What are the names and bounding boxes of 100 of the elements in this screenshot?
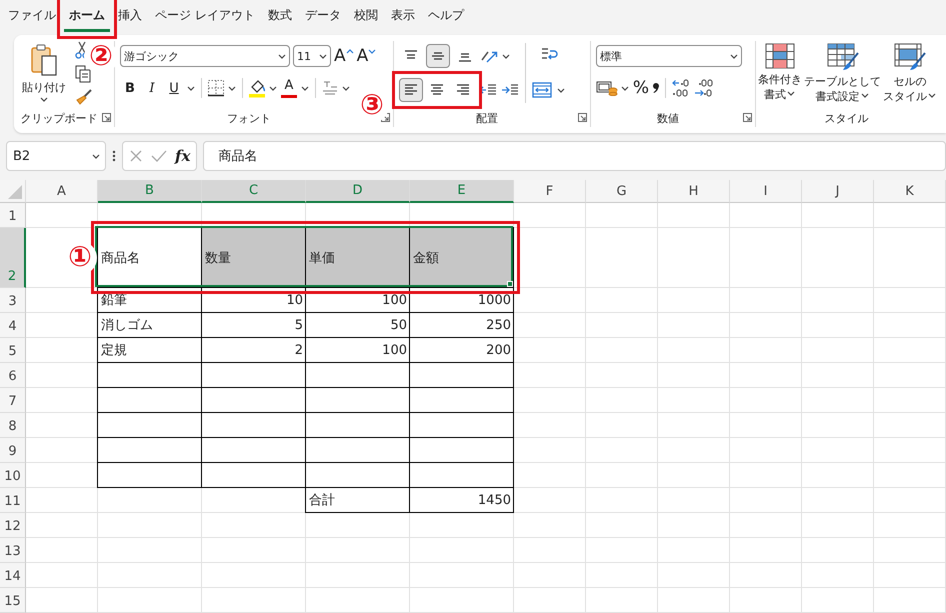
menu-tab[interactable]: ホーム — [64, 3, 110, 32]
column-header[interactable]: B — [98, 180, 202, 203]
caret-icon[interactable] — [40, 97, 48, 102]
table-cell: 単価 — [305, 227, 410, 288]
shrink-font-button[interactable]: A — [356, 45, 376, 67]
row-header[interactable]: 15 — [0, 588, 26, 613]
merge-cells-icon[interactable] — [532, 82, 552, 98]
caret-icon[interactable] — [342, 86, 350, 90]
bold-button[interactable]: B — [120, 77, 140, 99]
caret-icon[interactable] — [557, 88, 565, 92]
caret-icon[interactable] — [621, 86, 629, 90]
menu-tab[interactable]: ファイル — [3, 3, 61, 32]
table-cell: 金額 — [409, 227, 514, 288]
dialog-launcher-icon[interactable] — [102, 113, 111, 122]
row-header[interactable]: 1 — [0, 203, 26, 228]
brush-icon[interactable] — [75, 89, 93, 105]
column-header[interactable]: H — [658, 180, 730, 203]
caret-icon[interactable] — [278, 54, 286, 58]
menu-tab[interactable]: 校閲 — [348, 3, 383, 32]
percent-button[interactable]: % — [632, 77, 650, 99]
menu-tab[interactable]: ページ レイアウト — [150, 3, 260, 32]
align-right-icon — [455, 83, 471, 97]
accounting-format-icon[interactable] — [596, 80, 618, 96]
table-format-icon — [826, 43, 858, 71]
row-header[interactable]: 5 — [0, 338, 26, 363]
dialog-launcher-icon[interactable] — [578, 113, 587, 122]
column-header[interactable]: C — [202, 180, 306, 203]
dialog-launcher-icon[interactable] — [743, 113, 752, 122]
insert-function-button[interactable]: fx — [175, 147, 190, 165]
style-gallery-button[interactable]: テーブルとして 書式設定 — [804, 41, 881, 104]
column-header[interactable]: K — [874, 180, 946, 203]
style-gallery-button[interactable]: セルの スタイル — [883, 41, 937, 104]
italic-button[interactable]: I — [142, 77, 162, 99]
caret-icon[interactable] — [502, 54, 510, 58]
align-center-icon — [429, 83, 445, 97]
caret-icon[interactable] — [228, 86, 236, 90]
increase-indent-icon[interactable] — [501, 83, 519, 97]
row-header[interactable]: 6 — [0, 363, 26, 388]
group-label: クリップボード — [20, 110, 98, 126]
menu-tab[interactable]: 数式 — [262, 3, 297, 32]
column-header[interactable]: E — [410, 180, 514, 203]
column-header[interactable]: F — [514, 180, 586, 203]
caret-icon[interactable] — [787, 90, 795, 96]
caret-icon[interactable] — [730, 54, 738, 58]
align-middle-button[interactable] — [426, 44, 450, 68]
column-header[interactable]: J — [802, 180, 874, 203]
row-header[interactable]: 2 — [0, 228, 26, 288]
paste-button[interactable]: 貼り付け — [19, 41, 69, 102]
row-header[interactable]: 11 — [0, 488, 26, 513]
column-header[interactable]: A — [26, 180, 98, 203]
row-header[interactable]: 3 — [0, 288, 26, 313]
conditional-format-icon — [765, 43, 795, 69]
caret-icon[interactable] — [928, 92, 936, 98]
copy-icon[interactable] — [75, 65, 91, 83]
column-header[interactable]: G — [586, 180, 658, 203]
row-header[interactable]: 14 — [0, 563, 26, 588]
font-name-dropdown[interactable]: 游ゴシック — [120, 45, 290, 67]
increase-decimal-icon[interactable] — [671, 79, 691, 97]
decrease-indent-icon[interactable] — [479, 83, 497, 97]
caret-icon[interactable] — [301, 86, 309, 90]
name-box[interactable]: B2 — [6, 141, 106, 171]
row-header[interactable]: 8 — [0, 413, 26, 438]
caret-icon[interactable] — [269, 86, 277, 90]
row-header[interactable]: 9 — [0, 438, 26, 463]
caret-icon[interactable] — [319, 54, 327, 58]
align-left-icon — [403, 83, 419, 97]
row-header[interactable]: 10 — [0, 463, 26, 488]
menu-tab[interactable]: 表示 — [386, 3, 420, 32]
menu-tab[interactable]: 挿入 — [113, 3, 147, 32]
row-header[interactable]: 7 — [0, 388, 26, 413]
more-options-icon[interactable] — [112, 149, 116, 163]
group-label: 配置 — [476, 110, 498, 126]
comma-style-icon[interactable] — [652, 82, 660, 94]
style-gallery-button[interactable]: 条件付き 書式 — [758, 41, 802, 102]
menu-tab[interactable]: ヘルプ — [422, 3, 469, 32]
group-label: フォント — [227, 110, 271, 126]
group-label: 数値 — [657, 110, 679, 126]
group-label: スタイル — [824, 110, 868, 126]
grow-font-button[interactable]: A — [334, 45, 354, 67]
row-header[interactable]: 13 — [0, 538, 26, 563]
formula-field[interactable]: 商品名 — [203, 141, 946, 171]
table-cell: 数量 — [201, 227, 306, 288]
caret-icon[interactable] — [187, 86, 195, 90]
caret-icon[interactable] — [860, 92, 868, 98]
decrease-decimal-icon[interactable] — [693, 79, 713, 97]
fill-bucket-icon[interactable] — [248, 78, 266, 98]
underline-button[interactable]: U — [164, 77, 184, 99]
align-left-button[interactable] — [399, 78, 423, 102]
column-header[interactable]: D — [306, 180, 410, 203]
table-cell: 1450 — [409, 487, 514, 513]
borders-icon[interactable] — [207, 79, 225, 97]
font-size-dropdown[interactable]: 11 — [293, 45, 331, 67]
row-header[interactable]: 12 — [0, 513, 26, 538]
menu-tab[interactable]: データ — [300, 3, 346, 32]
column-header[interactable]: I — [730, 180, 802, 203]
row-header[interactable]: 4 — [0, 313, 26, 338]
font-color-button[interactable]: A — [280, 77, 298, 99]
caret-up-icon — [346, 48, 354, 54]
caret-icon[interactable] — [92, 154, 100, 158]
number-format-dropdown[interactable]: 標準 — [596, 45, 742, 67]
